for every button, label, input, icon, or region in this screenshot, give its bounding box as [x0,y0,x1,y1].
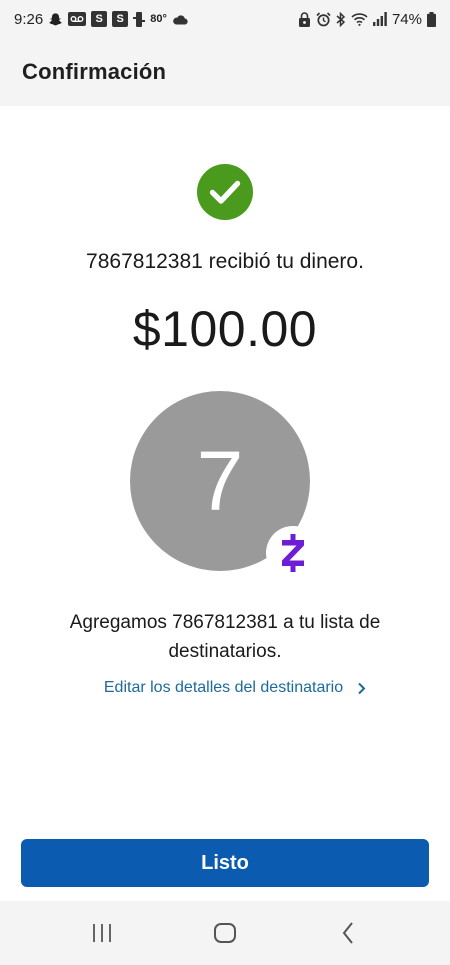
edit-recipient-link[interactable]: Editar los detalles del destinatario [0,679,450,697]
s-box-icon: S [91,11,108,27]
battery-icon [427,11,436,27]
app-header: Confirmación [0,38,450,106]
bluetooth-icon [336,11,346,27]
amount-sent: $100.00 [132,301,318,357]
wifi-icon [351,12,368,26]
battery-percent: 74% [391,10,422,28]
snapchat-icon [48,12,63,27]
zelle-badge [266,526,320,580]
added-recipient-message: Agregamos 7867812381 a tu lista de desti… [69,612,381,662]
recent-apps-button[interactable] [72,913,132,953]
back-button[interactable] [318,913,378,953]
signal-box-icon [133,11,146,27]
cloud-icon [172,14,188,25]
system-nav-bar [0,901,450,965]
signal-icon [372,12,387,26]
edit-recipient-label: Editar los detalles del destinatario [103,679,344,696]
status-time: 9:26 [14,10,44,28]
temperature: 80° [150,13,167,25]
status-left: 9:26 S S 80° [14,11,188,28]
received-message: 7867812381 recibió tu dinero. [86,250,364,273]
lock-icon [298,11,311,27]
s-box-icon: S [112,11,129,27]
done-button[interactable]: Listo [21,839,429,887]
alarm-icon [316,11,331,27]
check-circle-icon [197,164,253,220]
chevron-right-icon [357,682,366,695]
status-bar: 9:26 S S 80° 74% [0,0,450,38]
voicemail-icon [68,12,87,26]
recent-apps-icon [92,924,111,942]
status-right: 74% [298,11,436,28]
back-icon [343,922,354,944]
avatar-initial: 7 [196,433,244,528]
page-title: Confirmación [22,59,167,84]
zelle-logo-icon [282,534,304,572]
home-button[interactable] [195,913,255,953]
home-icon [213,923,236,943]
